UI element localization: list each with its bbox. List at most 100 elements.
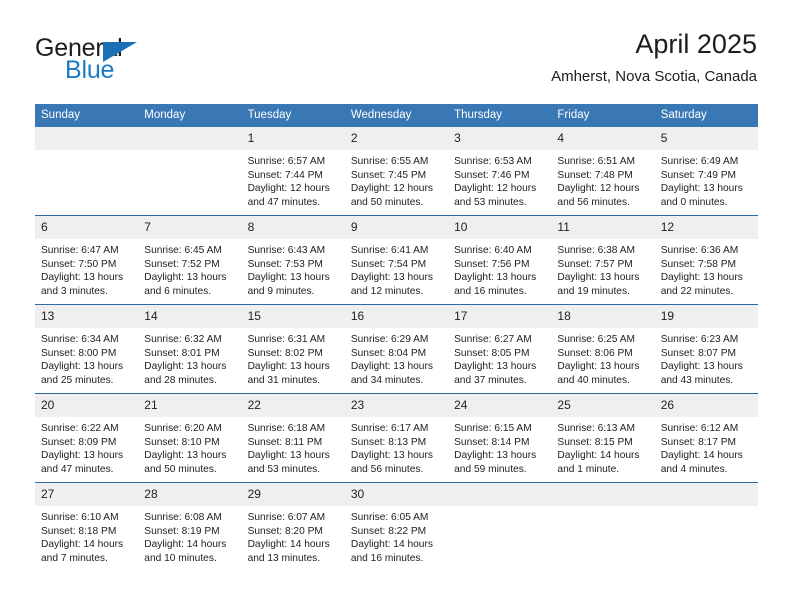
calendar-cell-day[interactable]: 22 Sunrise: 6:18 AM Sunset: 8:11 PM Dayligh… bbox=[241, 393, 345, 483]
sunset-time: Sunset: 7:44 PM bbox=[247, 169, 323, 181]
calendar-cell-inner: 30 Sunrise: 6:05 AM Sunset: 8:22 PM Dayligh… bbox=[344, 483, 449, 571]
calendar-cell-day[interactable]: 23 Sunrise: 6:17 AM Sunset: 8:13 PM Dayligh… bbox=[344, 393, 449, 483]
sunrise-time: Sunrise: 6:18 AM bbox=[247, 423, 326, 434]
calendar-cell-day[interactable]: 30 Sunrise: 6:05 AM Sunset: 8:22 PM Dayligh… bbox=[344, 482, 449, 571]
sunrise-time: Sunrise: 6:57 AM bbox=[247, 156, 326, 167]
page-title: April 2025 bbox=[635, 29, 757, 59]
sunrise-time: Sunrise: 6:17 AM bbox=[350, 423, 429, 434]
calendar-cell-day[interactable]: 13 Sunrise: 6:34 AM Sunset: 8:00 PM Dayligh… bbox=[35, 304, 139, 394]
sunrise-time: Sunrise: 6:13 AM bbox=[557, 423, 635, 434]
sunset-time: Sunset: 8:13 PM bbox=[350, 436, 427, 448]
sunrise-time: Sunrise: 6:20 AM bbox=[144, 423, 222, 434]
calendar-cell-day[interactable]: 28 Sunrise: 6:08 AM Sunset: 8:19 PM Dayligh… bbox=[138, 482, 242, 571]
calendar-cell-day[interactable]: 7 Sunrise: 6:45 AM Sunset: 7:52 PM Daylight… bbox=[138, 215, 242, 305]
day-number: 18 bbox=[551, 305, 655, 328]
day-details: Sunrise: 6:34 AM Sunset: 8:00 PM Daylight:… bbox=[35, 328, 138, 387]
day-details: Sunrise: 6:13 AM Sunset: 8:15 PM Daylight:… bbox=[551, 417, 654, 476]
calendar-cell-inner: 21 Sunrise: 6:20 AM Sunset: 8:10 PM Dayligh… bbox=[138, 394, 242, 482]
day-number: 22 bbox=[241, 394, 345, 417]
calendar-cell-day[interactable]: 10 Sunrise: 6:40 AM Sunset: 7:56 PM Dayligh… bbox=[448, 215, 552, 305]
calendar-cell-inner: 4 Sunrise: 6:51 AM Sunset: 7:48 PM Daylight… bbox=[551, 127, 655, 215]
sunset-time: Sunset: 8:01 PM bbox=[144, 347, 220, 359]
calendar-cell-day[interactable]: 16 Sunrise: 6:29 AM Sunset: 8:04 PM Dayligh… bbox=[344, 304, 449, 394]
sunset-time: Sunset: 8:04 PM bbox=[350, 347, 427, 359]
calendar-cell-inner: 11 Sunrise: 6:38 AM Sunset: 7:57 PM Dayligh… bbox=[551, 216, 655, 304]
sunrise-time: Sunrise: 6:22 AM bbox=[41, 423, 119, 434]
general-blue-logo[interactable]: General Blue bbox=[35, 34, 255, 90]
day-details: Sunrise: 6:40 AM Sunset: 7:56 PM Daylight:… bbox=[448, 239, 551, 298]
daylight-duration-line2: and 34 minutes. bbox=[350, 374, 424, 386]
logo-text-blue: Blue bbox=[65, 56, 115, 84]
daylight-duration-line1: Daylight: 13 hours bbox=[247, 272, 330, 284]
sunset-time: Sunset: 8:05 PM bbox=[454, 347, 530, 359]
calendar-cell-day[interactable]: 6 Sunrise: 6:47 AM Sunset: 7:50 PM Daylight… bbox=[35, 215, 139, 305]
calendar-cell-inner bbox=[448, 483, 552, 571]
daylight-duration-line2: and 10 minutes. bbox=[144, 552, 217, 564]
calendar-cell-day[interactable]: 2 Sunrise: 6:55 AM Sunset: 7:45 PM Daylight… bbox=[344, 127, 449, 216]
daylight-duration-line1: Daylight: 14 hours bbox=[41, 539, 124, 551]
calendar-cell-inner: 27 Sunrise: 6:10 AM Sunset: 8:18 PM Dayligh… bbox=[35, 483, 139, 571]
calendar-week-row: 27 Sunrise: 6:10 AM Sunset: 8:18 PM Dayligh… bbox=[35, 482, 758, 571]
daylight-duration-line1: Daylight: 13 hours bbox=[454, 272, 537, 284]
sunset-time: Sunset: 7:49 PM bbox=[660, 169, 737, 181]
calendar-cell-day[interactable]: 12 Sunrise: 6:36 AM Sunset: 7:58 PM Dayligh… bbox=[654, 215, 758, 305]
sunset-time: Sunset: 7:46 PM bbox=[454, 169, 530, 181]
sunset-time: Sunset: 7:53 PM bbox=[247, 258, 323, 270]
calendar-cell-day[interactable]: 19 Sunrise: 6:23 AM Sunset: 8:07 PM Dayligh… bbox=[654, 304, 758, 394]
calendar-cell-day[interactable]: 24 Sunrise: 6:15 AM Sunset: 8:14 PM Dayligh… bbox=[448, 393, 552, 483]
daylight-duration-line2: and 47 minutes. bbox=[41, 463, 114, 475]
calendar-cell-day[interactable]: 20 Sunrise: 6:22 AM Sunset: 8:09 PM Dayligh… bbox=[35, 393, 139, 483]
sunrise-time: Sunrise: 6:34 AM bbox=[41, 334, 119, 345]
calendar-cell-inner: 28 Sunrise: 6:08 AM Sunset: 8:19 PM Dayligh… bbox=[138, 483, 242, 571]
daylight-duration-line1: Daylight: 12 hours bbox=[350, 183, 433, 195]
day-number: 26 bbox=[654, 394, 758, 417]
day-details: Sunrise: 6:27 AM Sunset: 8:05 PM Daylight:… bbox=[448, 328, 551, 387]
calendar-cell-day[interactable]: 5 Sunrise: 6:49 AM Sunset: 7:49 PM Daylight… bbox=[654, 127, 758, 216]
daylight-duration-line1: Daylight: 13 hours bbox=[660, 183, 743, 195]
sunrise-time: Sunrise: 6:12 AM bbox=[660, 423, 739, 434]
day-number: 10 bbox=[448, 216, 552, 239]
weekday-header-thursday: Thursday bbox=[448, 104, 552, 127]
day-number: 1 bbox=[241, 127, 345, 150]
calendar-cell-day[interactable]: 8 Sunrise: 6:43 AM Sunset: 7:53 PM Daylight… bbox=[241, 215, 345, 305]
calendar-cell-inner: 29 Sunrise: 6:07 AM Sunset: 8:20 PM Dayligh… bbox=[241, 483, 345, 571]
sunrise-time: Sunrise: 6:36 AM bbox=[660, 245, 739, 256]
sunset-time: Sunset: 7:58 PM bbox=[660, 258, 737, 270]
day-number bbox=[551, 483, 655, 506]
daylight-duration-line2: and 7 minutes. bbox=[41, 552, 108, 564]
day-number: 7 bbox=[138, 216, 242, 239]
calendar-cell-day[interactable]: 18 Sunrise: 6:25 AM Sunset: 8:06 PM Dayligh… bbox=[551, 304, 655, 394]
calendar-cell-inner: 9 Sunrise: 6:41 AM Sunset: 7:54 PM Daylight… bbox=[344, 216, 449, 304]
day-number: 16 bbox=[344, 305, 449, 328]
sunset-time: Sunset: 7:54 PM bbox=[350, 258, 427, 270]
calendar-cell-day[interactable]: 9 Sunrise: 6:41 AM Sunset: 7:54 PM Daylight… bbox=[344, 215, 449, 305]
calendar-week-row: 13 Sunrise: 6:34 AM Sunset: 8:00 PM Dayligh… bbox=[35, 304, 758, 394]
calendar-cell-day[interactable]: 1 Sunrise: 6:57 AM Sunset: 7:44 PM Daylight… bbox=[241, 127, 345, 216]
day-number bbox=[448, 483, 552, 506]
day-details: Sunrise: 6:53 AM Sunset: 7:46 PM Daylight:… bbox=[448, 150, 551, 209]
daylight-duration-line1: Daylight: 13 hours bbox=[350, 450, 433, 462]
calendar-cell-day[interactable]: 17 Sunrise: 6:27 AM Sunset: 8:05 PM Dayligh… bbox=[448, 304, 552, 394]
calendar-cell-inner bbox=[551, 483, 655, 571]
sunrise-time: Sunrise: 6:47 AM bbox=[41, 245, 119, 256]
calendar-cell-day[interactable]: 27 Sunrise: 6:10 AM Sunset: 8:18 PM Dayligh… bbox=[35, 482, 139, 571]
daylight-duration-line2: and 50 minutes. bbox=[350, 196, 424, 208]
calendar-cell-day[interactable]: 4 Sunrise: 6:51 AM Sunset: 7:48 PM Daylight… bbox=[551, 127, 655, 216]
daylight-duration-line2: and 6 minutes. bbox=[144, 285, 212, 297]
calendar-cell-day[interactable]: 15 Sunrise: 6:31 AM Sunset: 8:02 PM Dayligh… bbox=[241, 304, 345, 394]
calendar-cell-day[interactable]: 11 Sunrise: 6:38 AM Sunset: 7:57 PM Dayligh… bbox=[551, 215, 655, 305]
daylight-duration-line1: Daylight: 14 hours bbox=[660, 450, 743, 462]
calendar-cell-day[interactable]: 29 Sunrise: 6:07 AM Sunset: 8:20 PM Dayligh… bbox=[241, 482, 345, 571]
calendar-cell-inner: 16 Sunrise: 6:29 AM Sunset: 8:04 PM Dayligh… bbox=[344, 305, 449, 393]
calendar-cell-day[interactable]: 21 Sunrise: 6:20 AM Sunset: 8:10 PM Dayligh… bbox=[138, 393, 242, 483]
calendar-cell-day[interactable]: 26 Sunrise: 6:12 AM Sunset: 8:17 PM Dayligh… bbox=[654, 393, 758, 483]
calendar-cell-inner bbox=[138, 127, 242, 215]
day-number: 13 bbox=[35, 305, 139, 328]
daylight-duration-line2: and 56 minutes. bbox=[350, 463, 424, 475]
calendar-cell-day[interactable]: 14 Sunrise: 6:32 AM Sunset: 8:01 PM Dayligh… bbox=[138, 304, 242, 394]
sunset-time: Sunset: 8:17 PM bbox=[660, 436, 737, 448]
calendar-cell-day[interactable]: 25 Sunrise: 6:13 AM Sunset: 8:15 PM Dayligh… bbox=[551, 393, 655, 483]
day-details: Sunrise: 6:12 AM Sunset: 8:17 PM Daylight:… bbox=[655, 417, 758, 476]
calendar-cell-inner: 23 Sunrise: 6:17 AM Sunset: 8:13 PM Dayligh… bbox=[344, 394, 449, 482]
calendar-cell-day[interactable]: 3 Sunrise: 6:53 AM Sunset: 7:46 PM Daylight… bbox=[448, 127, 552, 216]
